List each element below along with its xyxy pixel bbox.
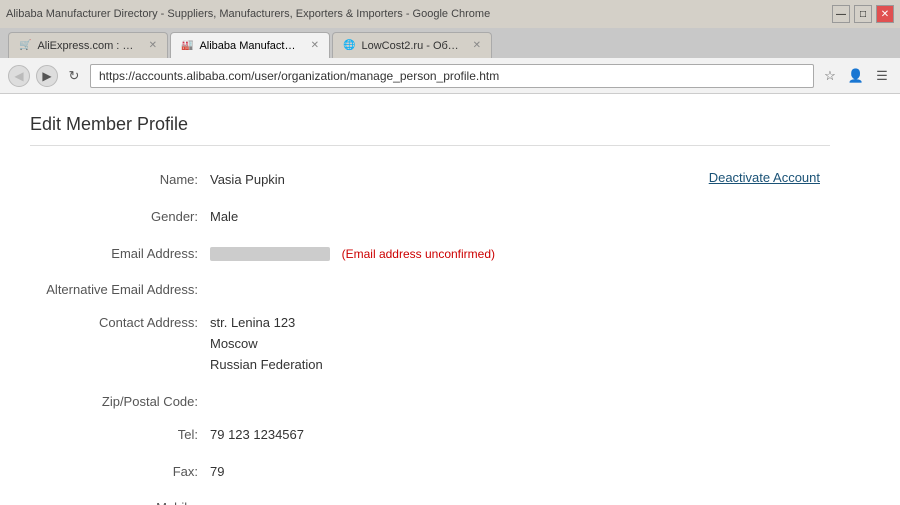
- alt-email-label: Alternative Email Address:: [30, 280, 210, 297]
- back-button[interactable]: ◀: [8, 65, 30, 87]
- zip-label: Zip/Postal Code:: [30, 392, 210, 409]
- title-bar: Alibaba Manufacturer Directory - Supplie…: [0, 0, 900, 28]
- fax-label: Fax:: [30, 462, 210, 479]
- alt-email-row: Alternative Email Address:: [30, 272, 830, 305]
- refresh-button[interactable]: ↻: [64, 66, 84, 86]
- mobile-label: Mobile:: [30, 498, 210, 505]
- name-label: Name:: [30, 170, 210, 187]
- email-row: Email Address: (Email address unconfirme…: [30, 236, 830, 273]
- form-section: Name: Vasia Pupkin Deactivate Account Ge…: [30, 162, 830, 505]
- name-row: Name: Vasia Pupkin Deactivate Account: [30, 162, 830, 199]
- tel-label: Tel:: [30, 425, 210, 442]
- email-label: Email Address:: [30, 244, 210, 261]
- aliexpress-favicon: 🛒: [19, 40, 31, 51]
- tel-row: Tel: 79 123 1234567: [30, 417, 830, 454]
- gender-label: Gender:: [30, 207, 210, 224]
- window-controls: — □ ✕: [832, 5, 894, 23]
- tab-bar: 🛒 AliExpress.com : My ... ✕ 🏭 Alibaba Ma…: [0, 28, 900, 58]
- fax-row: Fax: 79: [30, 454, 830, 491]
- url-text: https://accounts.alibaba.com/user/organi…: [99, 69, 499, 83]
- tab-lowcost-label: LowCost2.ru - Обзор...: [361, 40, 462, 52]
- user-icon[interactable]: 👤: [846, 66, 866, 86]
- maximize-btn[interactable]: □: [854, 5, 872, 23]
- tab-aliexpress[interactable]: 🛒 AliExpress.com : My ... ✕: [8, 32, 168, 58]
- window-title: Alibaba Manufacturer Directory - Supplie…: [6, 8, 490, 20]
- tab-lowcost[interactable]: 🌐 LowCost2.ru - Обзор... ✕: [332, 32, 492, 58]
- contact-address-value: str. Lenina 123MoscowRussian Federation: [210, 313, 830, 375]
- url-input[interactable]: https://accounts.alibaba.com/user/organi…: [90, 64, 814, 88]
- page-content: Edit Member Profile Name: Vasia Pupkin D…: [0, 94, 900, 505]
- fax-value: 79: [210, 462, 830, 483]
- contact-address-label: Contact Address:: [30, 313, 210, 330]
- tab-alibaba-close[interactable]: ✕: [311, 40, 319, 51]
- lowcost-favicon: 🌐: [343, 40, 355, 51]
- contact-address-row: Contact Address: str. Lenina 123MoscowRu…: [30, 305, 830, 383]
- minimize-btn[interactable]: —: [832, 5, 850, 23]
- tab-aliexpress-close[interactable]: ✕: [149, 40, 157, 51]
- email-unconfirmed-text: (Email address unconfirmed): [342, 247, 495, 261]
- gender-row: Gender: Male: [30, 199, 830, 236]
- menu-icon[interactable]: ☰: [872, 66, 892, 86]
- name-left: Name: Vasia Pupkin: [30, 170, 285, 191]
- page-title: Edit Member Profile: [30, 114, 830, 146]
- forward-button[interactable]: ▶: [36, 65, 58, 87]
- email-value: (Email address unconfirmed): [210, 244, 830, 265]
- tab-alibaba-label: Alibaba Manufacture...: [199, 40, 300, 52]
- gender-value: Male: [210, 207, 830, 228]
- zip-row: Zip/Postal Code:: [30, 384, 830, 417]
- close-btn[interactable]: ✕: [876, 5, 894, 23]
- email-blurred: [210, 247, 330, 261]
- toolbar-icons: ☆ 👤 ☰: [820, 66, 892, 86]
- tab-lowcost-close[interactable]: ✕: [473, 40, 481, 51]
- deactivate-account-link[interactable]: Deactivate Account: [709, 170, 830, 185]
- tel-value: 79 123 1234567: [210, 425, 830, 446]
- page-inner: Edit Member Profile Name: Vasia Pupkin D…: [0, 94, 860, 505]
- mobile-row: Mobile:: [30, 490, 830, 505]
- address-bar: ◀ ▶ ↻ https://accounts.alibaba.com/user/…: [0, 58, 900, 94]
- tab-alibaba[interactable]: 🏭 Alibaba Manufacture... ✕: [170, 32, 330, 58]
- name-value: Vasia Pupkin: [210, 170, 285, 191]
- alibaba-favicon: 🏭: [181, 40, 193, 51]
- bookmark-icon[interactable]: ☆: [820, 66, 840, 86]
- tab-aliexpress-label: AliExpress.com : My ...: [37, 40, 138, 52]
